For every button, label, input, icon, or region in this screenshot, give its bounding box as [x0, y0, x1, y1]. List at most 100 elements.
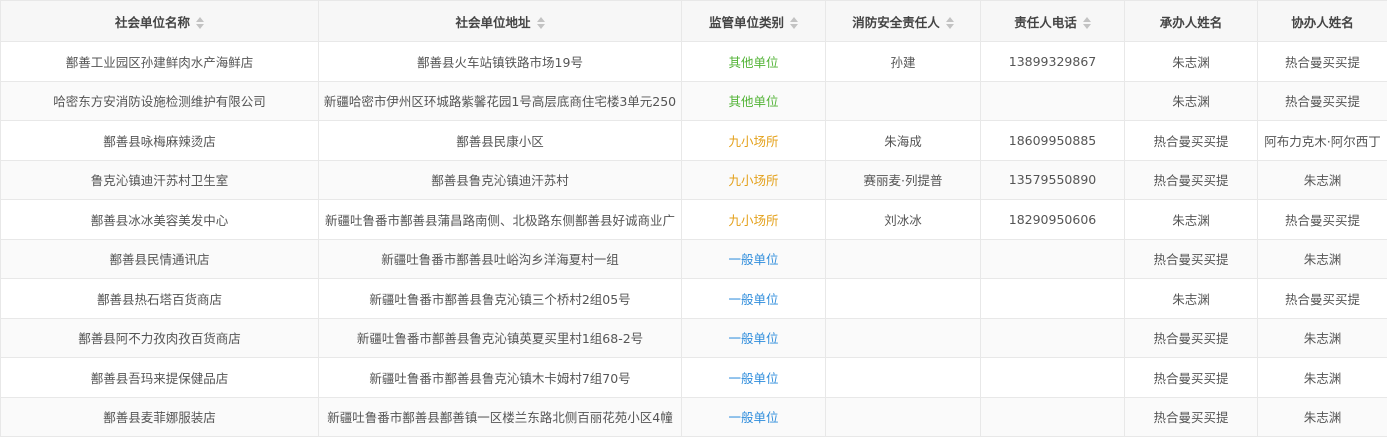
category-cell: 九小场所 — [682, 121, 826, 161]
unit-address-cell: 新疆吐鲁番市鄯善县鲁克沁镇木卡姆村7组70号 — [319, 358, 682, 398]
table-header-row: 社会单位名称 社会单位地址 监管单位类别 消防安全责任人 责任人电话 承办人姓名 协办人姓名 — [1, 1, 1387, 42]
column-header-label: 协办人姓名 — [1291, 15, 1354, 30]
column-header-phone[interactable]: 责任人电话 — [981, 1, 1125, 42]
handler-cell: 热合曼买买提 — [1125, 121, 1258, 161]
phone-cell: 18609950885 — [981, 121, 1125, 161]
category-cell: 一般单位 — [682, 397, 826, 437]
sort-icon[interactable] — [790, 17, 798, 29]
handler-cell: 热合曼买买提 — [1125, 358, 1258, 398]
table-row[interactable]: 鄯善县民情通讯店新疆吐鲁番市鄯善县吐峪沟乡洋海夏村一组一般单位 热合曼买买提朱志渊 — [1, 239, 1387, 279]
unit-address-cell: 鄯善县火车站镇铁路市场19号 — [319, 42, 682, 82]
unit-name-cell: 鄯善县冰冰美容美发中心 — [1, 200, 319, 240]
fire-safety-person-cell: 刘冰冰 — [826, 200, 981, 240]
unit-address-cell: 新疆吐鲁番市鄯善县鄯善镇一区楼兰东路北侧百丽花苑小区4幢 — [319, 397, 682, 437]
category-cell: 一般单位 — [682, 318, 826, 358]
assistant-cell: 朱志渊 — [1258, 397, 1387, 437]
fire-safety-person-cell: 赛丽麦·列提普 — [826, 160, 981, 200]
unit-address-cell: 新疆哈密市伊州区环城路紫馨花园1号高层底商住宅楼3单元250 — [319, 81, 682, 121]
column-header-unit-name[interactable]: 社会单位名称 — [1, 1, 319, 42]
assistant-cell: 热合曼买买提 — [1258, 42, 1387, 82]
table-row[interactable]: 鄯善工业园区孙建鲜肉水产海鲜店鄯善县火车站镇铁路市场19号其他单位孙建13899… — [1, 42, 1387, 82]
sort-icon[interactable] — [537, 17, 545, 29]
assistant-cell: 朱志渊 — [1258, 358, 1387, 398]
category-cell: 一般单位 — [682, 239, 826, 279]
column-header-category[interactable]: 监管单位类别 — [682, 1, 826, 42]
handler-cell: 热合曼买买提 — [1125, 318, 1258, 358]
unit-table: 社会单位名称 社会单位地址 监管单位类别 消防安全责任人 责任人电话 承办人姓名 协办人姓名… — [0, 0, 1387, 437]
unit-name-cell: 鄯善县咏梅麻辣烫店 — [1, 121, 319, 161]
unit-name-cell: 鄯善县吾玛来提保健品店 — [1, 358, 319, 398]
column-header-label: 监管单位类别 — [709, 15, 784, 30]
handler-cell: 朱志渊 — [1125, 279, 1258, 319]
handler-cell: 朱志渊 — [1125, 81, 1258, 121]
unit-address-cell: 鄯善县鲁克沁镇迪汗苏村 — [319, 160, 682, 200]
fire-safety-person-cell: 孙建 — [826, 42, 981, 82]
assistant-cell: 热合曼买买提 — [1258, 200, 1387, 240]
table-row[interactable]: 鄯善县麦菲娜服装店新疆吐鲁番市鄯善县鄯善镇一区楼兰东路北侧百丽花苑小区4幢一般单… — [1, 397, 1387, 437]
table-row[interactable]: 鄯善县阿不力孜肉孜百货商店新疆吐鲁番市鄯善县鲁克沁镇英夏买里村1组68-2号一般… — [1, 318, 1387, 358]
column-header-label: 承办人姓名 — [1160, 15, 1223, 30]
fire-safety-person-cell — [826, 279, 981, 319]
column-header-fire-safety-person[interactable]: 消防安全责任人 — [826, 1, 981, 42]
handler-cell: 热合曼买买提 — [1125, 397, 1258, 437]
table-row[interactable]: 鄯善县热石塔百货商店新疆吐鲁番市鄯善县鲁克沁镇三个桥村2组05号一般单位 朱志渊热… — [1, 279, 1387, 319]
column-header-handler: 承办人姓名 — [1125, 1, 1258, 42]
phone-cell — [981, 81, 1125, 121]
column-header-unit-address[interactable]: 社会单位地址 — [319, 1, 682, 42]
unit-address-cell: 新疆吐鲁番市鄯善县吐峪沟乡洋海夏村一组 — [319, 239, 682, 279]
unit-name-cell: 鄯善县民情通讯店 — [1, 239, 319, 279]
column-header-label: 社会单位地址 — [455, 15, 530, 30]
fire-safety-person-cell — [826, 239, 981, 279]
fire-safety-person-cell — [826, 318, 981, 358]
unit-name-cell: 哈密东方安消防设施检测维护有限公司 — [1, 81, 319, 121]
handler-cell: 朱志渊 — [1125, 42, 1258, 82]
category-cell: 九小场所 — [682, 200, 826, 240]
sort-icon[interactable] — [196, 17, 204, 29]
table-row[interactable]: 鲁克沁镇迪汗苏村卫生室鄯善县鲁克沁镇迪汗苏村九小场所赛丽麦·列提普1357955… — [1, 160, 1387, 200]
phone-cell — [981, 239, 1125, 279]
phone-cell — [981, 279, 1125, 319]
phone-cell: 13899329867 — [981, 42, 1125, 82]
phone-cell: 18290950606 — [981, 200, 1125, 240]
fire-safety-person-cell: 朱海成 — [826, 121, 981, 161]
category-cell: 其他单位 — [682, 81, 826, 121]
category-cell: 其他单位 — [682, 42, 826, 82]
assistant-cell: 热合曼买买提 — [1258, 81, 1387, 121]
column-header-label: 责任人电话 — [1014, 15, 1077, 30]
category-cell: 一般单位 — [682, 358, 826, 398]
assistant-cell: 热合曼买买提 — [1258, 279, 1387, 319]
handler-cell: 热合曼买买提 — [1125, 239, 1258, 279]
table-body: 鄯善工业园区孙建鲜肉水产海鲜店鄯善县火车站镇铁路市场19号其他单位孙建13899… — [1, 42, 1387, 437]
table-row[interactable]: 鄯善县冰冰美容美发中心新疆吐鲁番市鄯善县蒲昌路南侧、北极路东侧鄯善县好诚商业广九… — [1, 200, 1387, 240]
assistant-cell: 朱志渊 — [1258, 160, 1387, 200]
unit-address-cell: 新疆吐鲁番市鄯善县鲁克沁镇英夏买里村1组68-2号 — [319, 318, 682, 358]
fire-safety-person-cell — [826, 81, 981, 121]
table-row[interactable]: 鄯善县咏梅麻辣烫店鄯善县民康小区九小场所朱海成18609950885热合曼买买提… — [1, 121, 1387, 161]
handler-cell: 朱志渊 — [1125, 200, 1258, 240]
fire-safety-person-cell — [826, 397, 981, 437]
unit-address-cell: 新疆吐鲁番市鄯善县蒲昌路南侧、北极路东侧鄯善县好诚商业广 — [319, 200, 682, 240]
category-cell: 九小场所 — [682, 160, 826, 200]
assistant-cell: 朱志渊 — [1258, 239, 1387, 279]
category-cell: 一般单位 — [682, 279, 826, 319]
fire-safety-person-cell — [826, 358, 981, 398]
column-header-assistant: 协办人姓名 — [1258, 1, 1387, 42]
phone-cell — [981, 318, 1125, 358]
unit-name-cell: 鄯善县热石塔百货商店 — [1, 279, 319, 319]
unit-name-cell: 鄯善工业园区孙建鲜肉水产海鲜店 — [1, 42, 319, 82]
phone-cell — [981, 397, 1125, 437]
column-header-label: 消防安全责任人 — [852, 15, 940, 30]
unit-address-cell: 新疆吐鲁番市鄯善县鲁克沁镇三个桥村2组05号 — [319, 279, 682, 319]
phone-cell: 13579550890 — [981, 160, 1125, 200]
handler-cell: 热合曼买买提 — [1125, 160, 1258, 200]
assistant-cell: 朱志渊 — [1258, 318, 1387, 358]
table-row[interactable]: 哈密东方安消防设施检测维护有限公司新疆哈密市伊州区环城路紫馨花园1号高层底商住宅… — [1, 81, 1387, 121]
table-row[interactable]: 鄯善县吾玛来提保健品店新疆吐鲁番市鄯善县鲁克沁镇木卡姆村7组70号一般单位 热合曼… — [1, 358, 1387, 398]
unit-name-cell: 鄯善县阿不力孜肉孜百货商店 — [1, 318, 319, 358]
sort-icon[interactable] — [946, 17, 954, 29]
sort-icon[interactable] — [1083, 17, 1091, 29]
unit-name-cell: 鲁克沁镇迪汗苏村卫生室 — [1, 160, 319, 200]
column-header-label: 社会单位名称 — [115, 15, 190, 30]
phone-cell — [981, 358, 1125, 398]
unit-address-cell: 鄯善县民康小区 — [319, 121, 682, 161]
